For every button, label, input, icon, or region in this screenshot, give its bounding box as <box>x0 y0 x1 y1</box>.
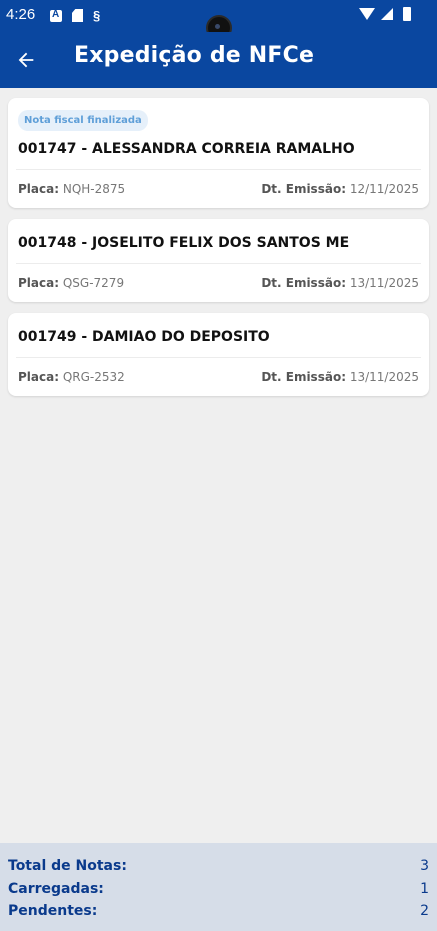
total-row: Total de Notas: 3 <box>8 855 429 878</box>
total-label: Total de Notas: <box>8 858 127 875</box>
emissao-field: Dt. Emissão: 13/11/2025 <box>261 370 419 384</box>
emissao-label: Dt. Emissão: <box>261 276 346 290</box>
note-footer: Placa: QRG-2532 Dt. Emissão: 13/11/2025 <box>18 358 419 396</box>
signal-icon <box>381 8 393 20</box>
placa-field: Placa: NQH-2875 <box>18 182 125 196</box>
sd-card-icon <box>72 9 83 22</box>
status-right-icons <box>359 7 411 21</box>
pendentes-label: Pendentes: <box>8 903 98 920</box>
emissao-label: Dt. Emissão: <box>261 182 346 196</box>
emissao-field: Dt. Emissão: 12/11/2025 <box>261 182 419 196</box>
totals-panel: Total de Notas: 3 Carregadas: 1 Pendente… <box>0 843 437 931</box>
status-badge: Nota fiscal finalizada <box>18 110 148 131</box>
note-title: 001747 - ALESSANDRA CORREIA RAMALHO <box>18 141 355 157</box>
notes-list: Nota fiscal finalizada 001747 - ALESSAND… <box>8 98 429 407</box>
arrow-left-icon <box>18 52 34 68</box>
placa-field: Placa: QSG-7279 <box>18 276 124 290</box>
s-icon: § <box>93 8 101 23</box>
screen: 4:26 § Expedição de NFCe Nota fiscal fin… <box>0 0 437 931</box>
pendentes-row: Pendentes: 2 <box>8 900 429 923</box>
placa-label: Placa: <box>18 182 60 196</box>
note-title: 001748 - JOSELITO FELIX DOS SANTOS ME <box>18 235 350 251</box>
status-time: 4:26 <box>6 6 36 23</box>
emissao-label: Dt. Emissão: <box>261 370 346 384</box>
carregadas-value: 1 <box>420 880 429 897</box>
carregadas-label: Carregadas: <box>8 880 104 897</box>
wifi-icon <box>359 8 375 20</box>
emissao-value: 13/11/2025 <box>349 370 419 384</box>
note-footer: Placa: NQH-2875 Dt. Emissão: 12/11/2025 <box>18 170 419 208</box>
placa-label: Placa: <box>18 276 60 290</box>
pendentes-value: 2 <box>420 903 429 920</box>
note-card[interactable]: 001749 - DAMIAO DO DEPOSITO Placa: QRG-2… <box>8 313 429 396</box>
accessibility-icon <box>50 9 62 22</box>
app-bar: Expedição de NFCe <box>0 32 437 88</box>
placa-value: NQH-2875 <box>62 182 126 196</box>
back-button[interactable] <box>10 44 42 76</box>
emissao-value: 13/11/2025 <box>349 276 419 290</box>
status-bar: 4:26 § <box>0 0 437 41</box>
placa-value: QRG-2532 <box>62 370 125 384</box>
emissao-value: 12/11/2025 <box>349 182 419 196</box>
emissao-field: Dt. Emissão: 13/11/2025 <box>261 276 419 290</box>
note-card[interactable]: 001748 - JOSELITO FELIX DOS SANTOS ME Pl… <box>8 219 429 302</box>
placa-field: Placa: QRG-2532 <box>18 370 125 384</box>
total-value: 3 <box>420 858 429 875</box>
status-left-icons: § <box>50 8 100 23</box>
carregadas-row: Carregadas: 1 <box>8 878 429 901</box>
placa-value: QSG-7279 <box>62 276 125 290</box>
note-footer: Placa: QSG-7279 Dt. Emissão: 13/11/2025 <box>18 264 419 302</box>
page-title: Expedição de NFCe <box>74 43 315 68</box>
battery-icon <box>403 7 411 21</box>
note-card[interactable]: Nota fiscal finalizada 001747 - ALESSAND… <box>8 98 429 208</box>
placa-label: Placa: <box>18 370 60 384</box>
note-title: 001749 - DAMIAO DO DEPOSITO <box>18 329 270 345</box>
